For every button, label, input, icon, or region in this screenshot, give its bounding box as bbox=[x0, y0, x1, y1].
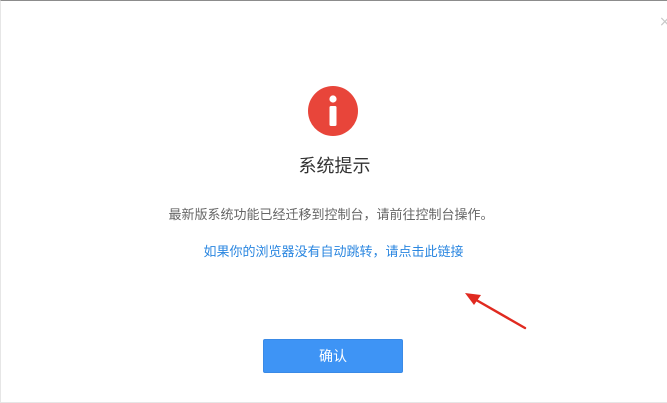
red-arrow-annotation bbox=[465, 293, 527, 330]
info-icon bbox=[308, 86, 358, 136]
confirm-button[interactable]: 确认 bbox=[263, 339, 403, 373]
redirect-link[interactable]: 如果你的浏览器没有自动跳转，请点击此链接 bbox=[1, 243, 666, 263]
system-prompt-dialog: × 系统提示 最新版系统功能已经迁移到控制台，请前往控制台操作。 如果你的浏览器… bbox=[0, 0, 667, 403]
close-icon[interactable]: × bbox=[659, 15, 667, 29]
dialog-message: 最新版系统功能已经迁移到控制台，请前往控制台操作。 bbox=[168, 208, 494, 223]
dialog-title: 系统提示 bbox=[298, 156, 371, 177]
